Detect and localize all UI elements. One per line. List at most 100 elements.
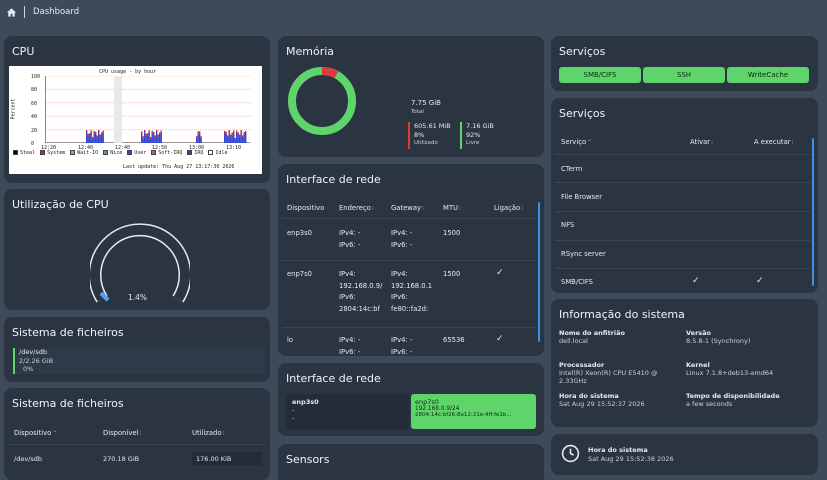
cpu-graph-ytick: 40 [31,114,38,121]
filesystem-percent: 0% [23,365,34,373]
network-table-card: Interface de rede Dispositivo Endereço⁝ … [278,164,544,356]
cpu-graph-ylabel: Percent [10,98,17,120]
system-time-label: Hora do sistema [559,392,619,400]
breadcrumb-dashboard[interactable]: Dashboard [33,7,79,17]
hostname-label: Nome do anfitrião [559,329,625,337]
services-title-1: Serviços [559,45,606,58]
service-name: CTerm [561,165,583,173]
processor-value: Intel(R) Xeon(R) CPU E5410 @ 2.33GHz [559,369,658,385]
uptime-value: a few seconds [686,400,733,408]
service-running-check: ✓ [756,276,764,286]
network-title: Interface de rede [286,173,381,186]
filesystem-card-table: Sistema de ficheiros Dispositivo⌃ Dispon… [4,388,270,480]
memory-title: Memória [286,45,335,58]
net-row-link-check: ✓ [496,334,504,344]
memory-card: Memória 7.75 GiB Total 605.61 MiB 8% Uti… [278,36,544,157]
sensors-title: Sensors [286,453,330,466]
system-time-value: Sat Aug 29 15:52:37 2026 [559,400,645,408]
breadcrumb-separator [24,6,25,18]
clock-icon [561,444,580,465]
net-col-address[interactable]: Endereço⁝ [339,204,374,212]
col-device-header[interactable]: Dispositivo⌃ [14,429,57,437]
system-info-card: Informação do sistema Nome do anfitrião … [551,299,818,427]
net-row-mtu: 65536 [443,336,465,344]
filesystem-title-1: Sistema de ficheiros [12,326,124,339]
uptime-label: Tempo de disponibilidade [686,392,780,400]
iface-line: - [292,414,295,422]
cpu-graph-legend-item: Wait-IO [70,150,98,156]
service-button-writecache[interactable]: WriteCache [727,67,809,83]
filesystem-device: /dev/sdb [19,348,47,356]
cpu-usage-graph: CPU usage - by hour Percent 100 80 60 40 20 0… [9,66,262,174]
service-enabled-check: ✓ [692,276,700,286]
net-row-gateway: IPv4: - IPv6: - [391,336,413,356]
iface-card-enp7s0[interactable]: enp7s0 192.168.0.9/24 2804:14c:bf26:8a12… [411,394,536,429]
cpu-graph-ytick: 0 [31,141,35,147]
svc-col-enabled[interactable]: Ativar⁝ [690,138,713,146]
clock-label: Hora do sistema [588,446,648,454]
net-row-addr: IPv4: - IPv6: - [339,229,361,249]
hostname-value: dell.local [559,337,588,345]
net-row-addr: IPv4: - IPv6: - [339,336,361,356]
col-used-header[interactable]: Utilizado⁝ [192,429,224,437]
net-row-gateway: IPv4: - IPv6: - [391,229,413,249]
version-value: 8.5.8-1 (Synchrony) [686,337,751,345]
fs-row-device: /dev/sdb [14,455,42,463]
fs-row-used: 176.00 KiB [192,452,262,465]
svc-col-running[interactable]: A executar⁝ [754,138,793,146]
iface-name: enp7s0 [415,398,439,406]
network-scrollbar[interactable] [538,202,540,342]
cpu-graph-legend-item: Soft-IRQ [151,150,182,156]
memory-free-value: 7.16 GiB [466,122,494,130]
fs-row-available: 270.18 GiB [103,455,140,463]
memory-used-pct: 8% [414,131,425,139]
cpu-graph-legend-item: User [127,150,146,156]
cpu-utilization-value: 1.4% [128,293,148,302]
service-name: NFS [561,221,575,229]
col-available-header[interactable]: Disponível⁝ [103,429,141,437]
kernel-value: Linux 7.1.8+deb13-amd64 [686,369,774,377]
services-scrollbar[interactable] [812,138,814,286]
services-table-card: Serviços Serviço⌃ Ativar⁝ A executar⁝ CT… [551,98,818,293]
version-label: Versão [686,329,712,337]
memory-total-label: Total [411,109,424,115]
memory-free-bar [460,122,462,149]
memory-donut [288,67,356,135]
home-icon[interactable] [6,7,17,18]
net-col-link[interactable]: Ligação⁝ [494,204,523,212]
iface-line: - [292,406,295,414]
cpu-graph-ytick: 60 [31,100,38,107]
cpu-graph-legend-item: System [40,150,65,156]
kernel-label: Kernel [686,361,710,369]
cpu-graph-plot [45,76,251,143]
memory-used-value: 605.61 MiB [414,122,451,130]
net-row-mtu: 1500 [443,270,461,278]
memory-free-label: Livre [466,140,480,146]
processor-label: Processador [559,361,605,369]
net-row-device: enp7s0 [287,270,312,278]
service-name: SMB/CIFS [561,278,593,286]
service-name: File Browser [561,193,603,201]
cpu-graph-ytick: 80 [31,87,38,94]
net-col-gateway[interactable]: Gateway⁝ [391,204,424,212]
memory-used-bar [408,122,410,149]
net-col-device[interactable]: Dispositivo [287,204,324,212]
net-col-mtu[interactable]: MTU⁝ [443,204,461,212]
net-row-device: enp3s0 [287,229,312,237]
services-buttons-card: Serviços SMB/CIFS SSH WriteCache [551,36,818,91]
system-info-title: Informação do sistema [559,308,685,321]
cpu-graph-updated: Last update: Thu Aug 27 13:17:30 2026 [123,164,235,170]
cpu-graph-ytick: 20 [31,127,38,134]
memory-used-label: Utilizado [414,140,438,146]
cpu-graph-ytick: 100 [31,74,41,80]
net-row-device: lo [287,336,294,344]
cpu-title: CPU [12,45,35,58]
svc-col-name[interactable]: Serviço⌃ [561,138,592,146]
service-button-smb[interactable]: SMB/CIFS [559,67,641,83]
iface-line: 2804:14c:bf26:8a12:21e:4ff:fe1b... [415,412,512,418]
memory-free-pct: 92% [466,131,481,139]
service-button-ssh[interactable]: SSH [643,67,725,83]
net-row-addr: IPv4: 192.168.0.9/IPv6: 2804:14c:bf [339,270,383,313]
iface-card-enp3s0[interactable]: enp3s0 - - [286,394,409,429]
clock-card: Hora do sistema Sat Aug 29 15:52:38 2026 [551,434,818,475]
